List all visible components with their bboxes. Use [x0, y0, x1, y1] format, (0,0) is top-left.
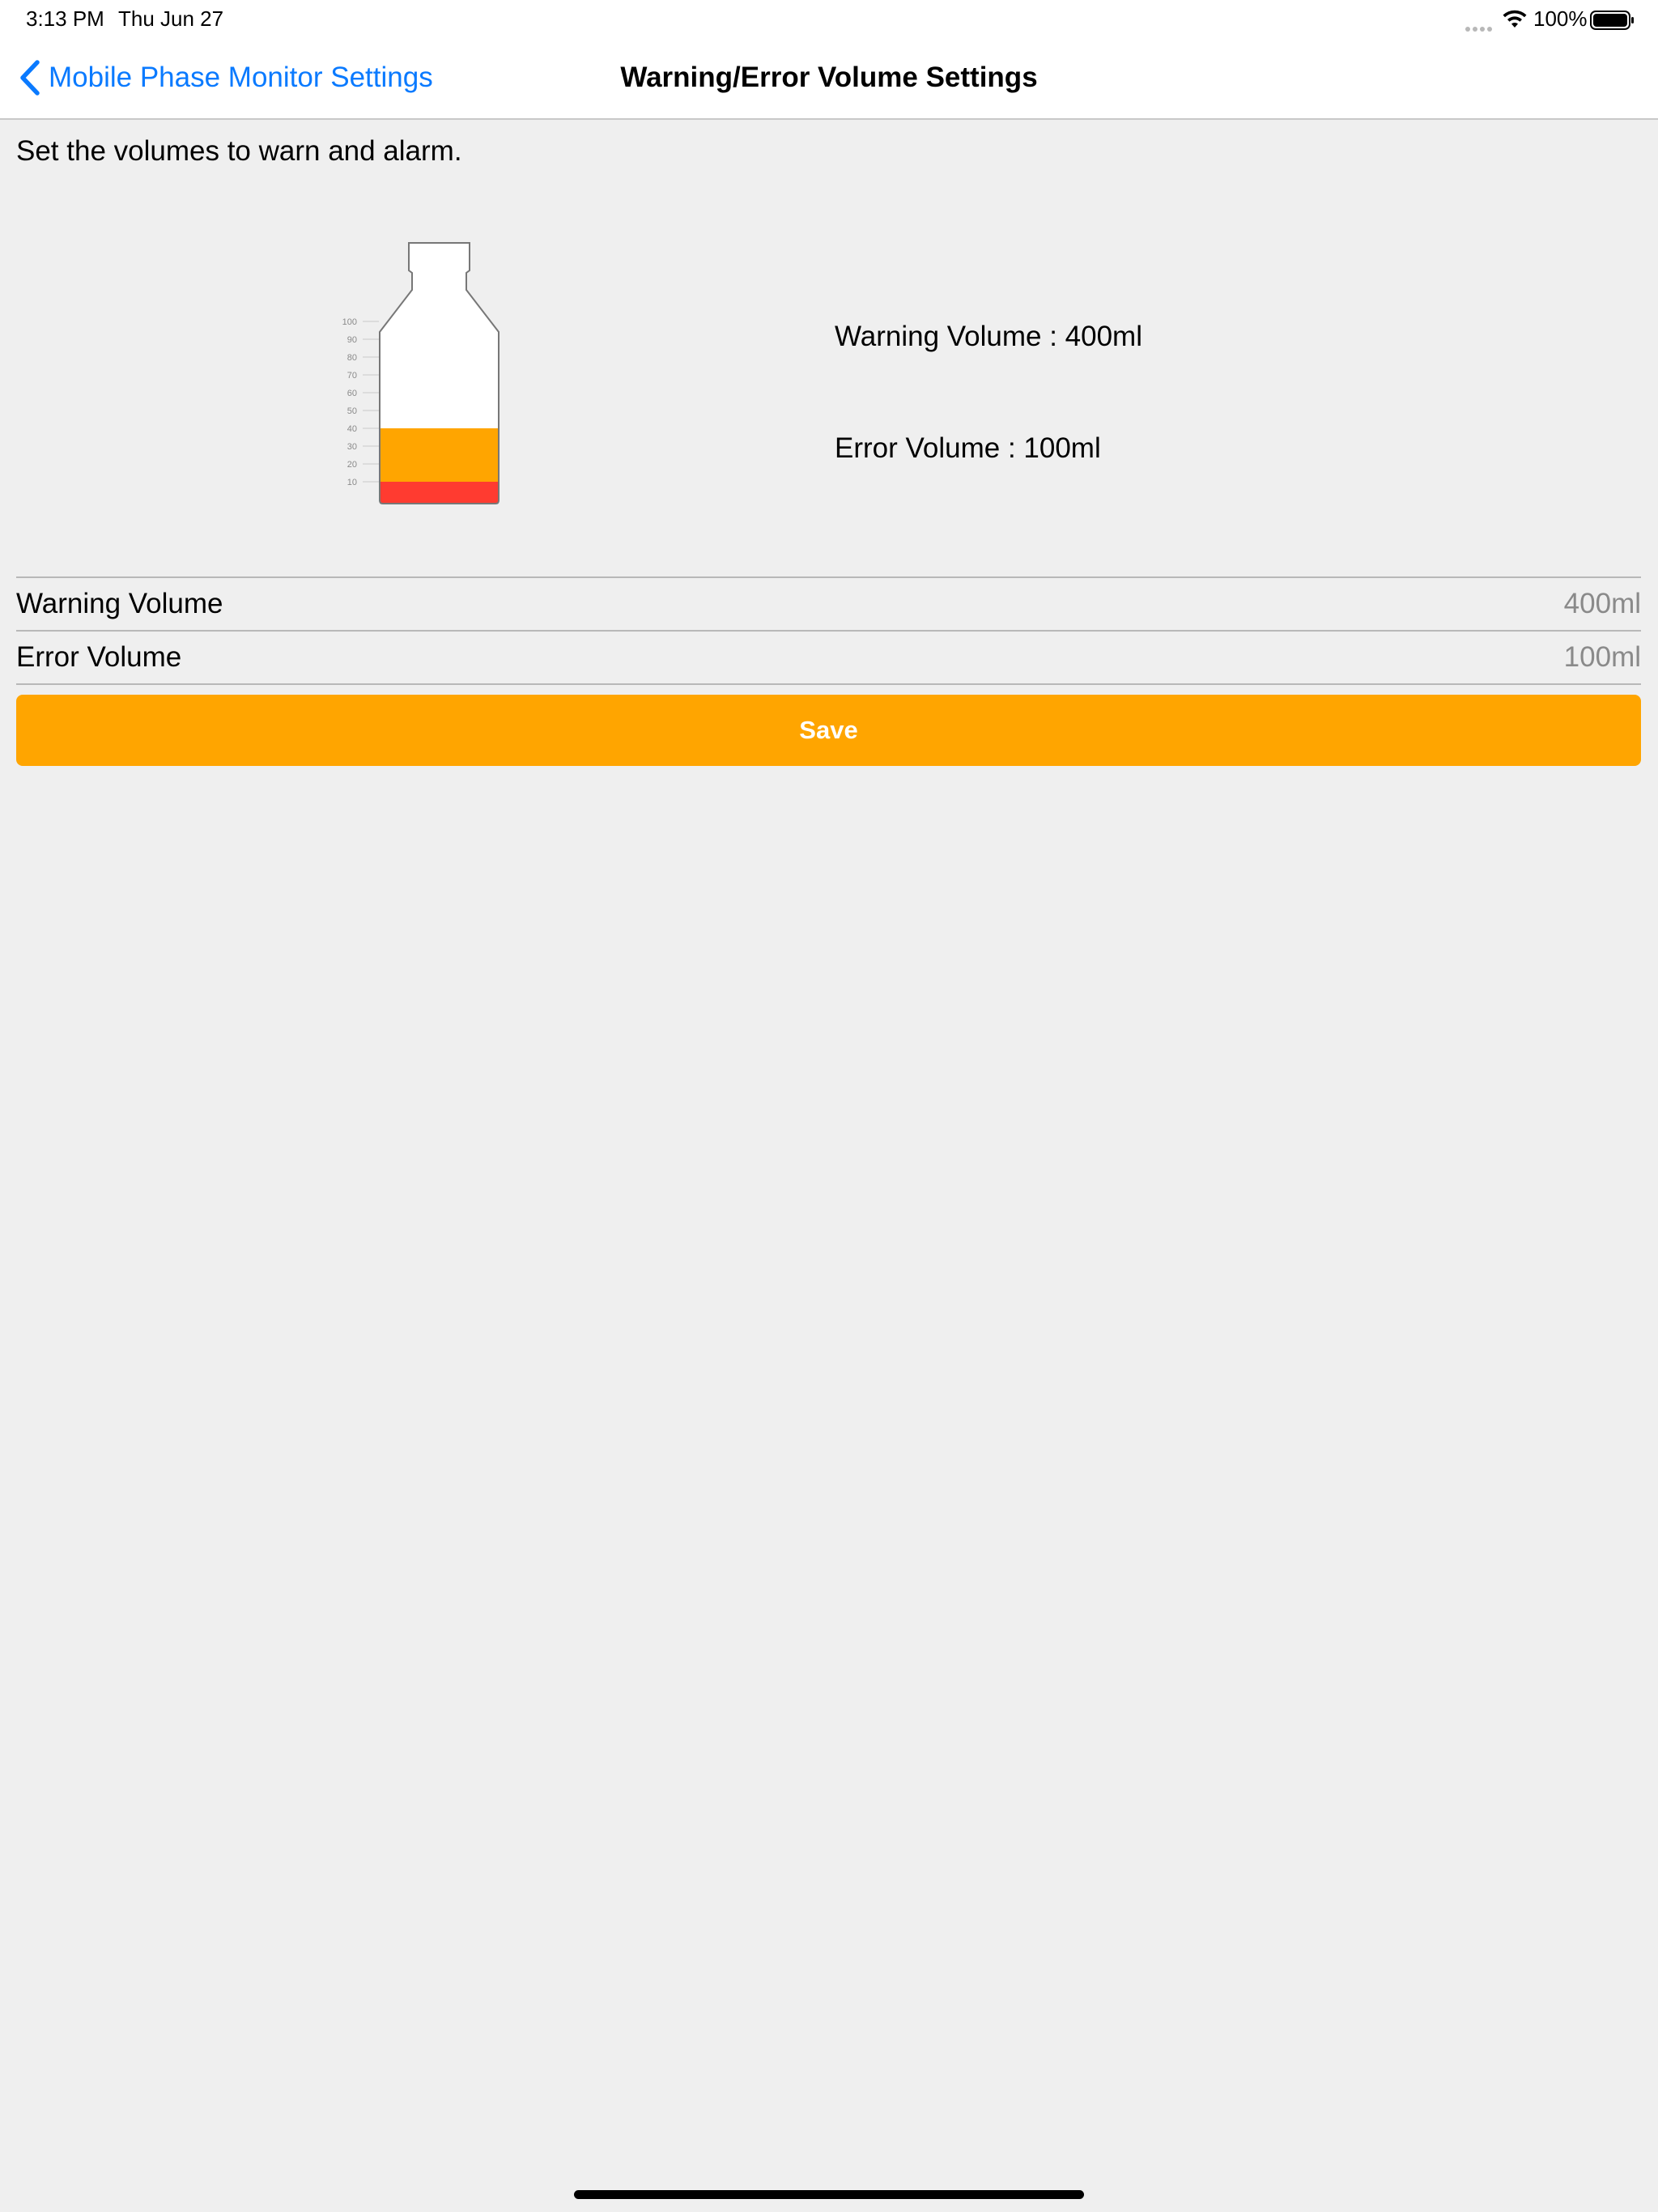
- warning-volume-info: Warning Volume : 400ml: [835, 321, 1142, 352]
- scale-label: 10: [347, 478, 357, 487]
- bottle-scale: 100 90 80 70 60 50 40 30 20 10: [342, 317, 379, 487]
- status-bar: 3:13 PM Thu Jun 27 100%: [0, 0, 1658, 39]
- signal-dots-icon: [1465, 21, 1494, 32]
- battery-icon: [1590, 11, 1634, 30]
- save-button[interactable]: Save: [16, 695, 1641, 766]
- row-value: 100ml: [1563, 641, 1641, 673]
- status-date: Thu Jun 27: [118, 6, 224, 31]
- wifi-icon: [1503, 10, 1527, 28]
- scale-label: 40: [347, 424, 357, 434]
- battery-percentage: 100%: [1533, 6, 1588, 31]
- scale-label: 70: [347, 371, 357, 381]
- row-label: Warning Volume: [16, 588, 223, 619]
- scale-label: 80: [347, 353, 357, 363]
- scale-label: 60: [347, 389, 357, 398]
- scale-label: 90: [347, 335, 357, 345]
- error-volume-row[interactable]: Error Volume 100ml: [16, 630, 1641, 685]
- scale-label: 20: [347, 460, 357, 470]
- volume-settings-table: Warning Volume 400ml Error Volume 100ml: [16, 576, 1641, 685]
- scale-label: 50: [347, 406, 357, 416]
- status-time: 3:13 PM: [26, 6, 104, 31]
- error-volume-info: Error Volume : 100ml: [835, 432, 1101, 464]
- scale-label: 30: [347, 442, 357, 452]
- home-indicator: [574, 2190, 1084, 2199]
- warning-volume-row[interactable]: Warning Volume 400ml: [16, 576, 1641, 630]
- description-text: Set the volumes to warn and alarm.: [16, 135, 462, 167]
- page-title: Warning/Error Volume Settings: [620, 62, 1038, 93]
- row-value: 400ml: [1563, 588, 1641, 619]
- scale-label: 100: [342, 317, 357, 327]
- bottle-illustration: 100 90 80 70 60 50 40 30 20 10: [342, 242, 500, 504]
- navigation-bar: Mobile Phase Monitor Settings Warning/Er…: [0, 39, 1658, 120]
- error-level-fill: [380, 482, 499, 504]
- row-label: Error Volume: [16, 641, 182, 673]
